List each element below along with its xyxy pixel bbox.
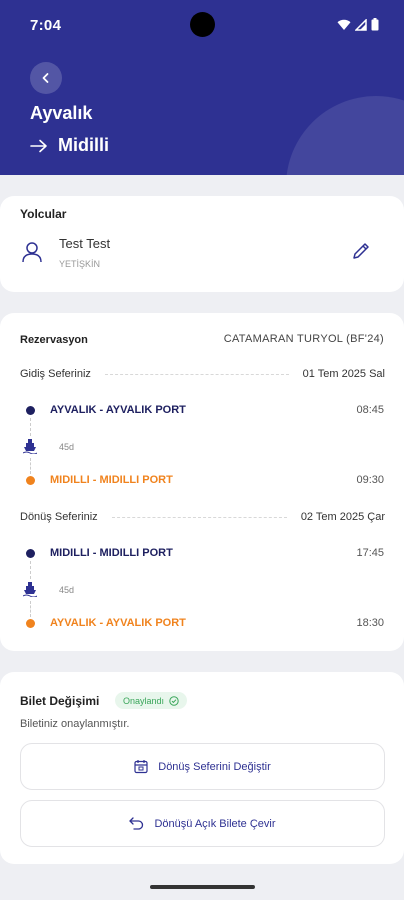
passengers-title: Yolcular <box>20 207 67 221</box>
passengers-card: Yolcular Test Test YETİŞKİN <box>0 196 404 292</box>
route-line <box>30 601 31 617</box>
departure-dot <box>26 549 35 558</box>
battery-icon <box>371 18 379 31</box>
badge-label: Onaylandı <box>123 695 165 706</box>
ship-icon <box>23 582 37 597</box>
divider <box>111 516 287 518</box>
status-icons <box>337 18 379 31</box>
outbound-arrival-port: MIDILLI - MIDILLI PORT <box>50 474 173 486</box>
decorative-circle <box>286 96 404 175</box>
return-header: Dönüş Seferiniz 02 Tem 2025 Çar <box>20 509 385 525</box>
change-return-label: Dönüş Seferini Değiştir <box>158 760 271 773</box>
return-departure-port: MIDILLI - MIDILLI PORT <box>50 547 173 559</box>
change-return-button[interactable]: Dönüş Seferini Değiştir <box>20 743 385 790</box>
user-icon <box>22 242 42 263</box>
ticket-change-title: Bilet Değişimi <box>20 694 100 708</box>
reservation-card: Rezervasyon CATAMARAN TURYOL (BF'24) Gid… <box>0 313 404 651</box>
wifi-icon <box>337 19 351 30</box>
route-line <box>30 561 31 579</box>
passenger-type: YETİŞKİN <box>59 259 101 269</box>
check-circle-icon <box>169 695 179 706</box>
home-indicator <box>150 885 255 889</box>
arrival-dot <box>26 476 35 485</box>
reservation-value: CATAMARAN TURYOL (BF'24) <box>223 333 384 345</box>
ship-icon <box>23 439 37 454</box>
open-ticket-label: Dönüşü Açık Bilete Çevir <box>154 817 276 830</box>
outbound-header: Gidiş Seferiniz 01 Tem 2025 Sal <box>20 366 385 382</box>
origin-title: Ayvalık <box>30 103 93 123</box>
arrival-dot <box>26 619 35 628</box>
destination-row: Midilli <box>30 135 109 156</box>
arrow-right-icon <box>30 139 47 152</box>
outbound-departure-port: AYVALIK - AYVALIK PORT <box>50 404 186 416</box>
route-line <box>30 458 31 474</box>
reservation-label: Rezervasyon <box>20 334 88 346</box>
outbound-arrival-time: 09:30 <box>356 474 384 486</box>
divider <box>104 373 289 375</box>
confirmation-message: Biletiniz onaylanmıştır. <box>20 718 130 730</box>
return-arrival-port: AYVALIK - AYVALIK PORT <box>50 617 186 629</box>
header: 7:04 Ayvalık Midilli <box>0 0 404 175</box>
return-duration: 45d <box>59 585 75 595</box>
signal-icon <box>355 18 367 31</box>
outbound-date: 01 Tem 2025 Sal <box>302 368 385 380</box>
outbound-departure-time: 08:45 <box>356 404 384 416</box>
return-arrival-time: 18:30 <box>356 617 384 629</box>
status-bar: 7:04 <box>0 0 404 50</box>
passenger-name: Test Test <box>59 236 111 251</box>
departure-dot <box>26 406 35 415</box>
back-button[interactable] <box>30 62 62 94</box>
return-label: Dönüş Seferiniz <box>20 511 98 523</box>
calendar-icon <box>134 760 148 774</box>
undo-icon <box>129 817 144 830</box>
edit-pencil-icon[interactable] <box>350 240 372 262</box>
return-date: 02 Tem 2025 Çar <box>300 511 385 523</box>
destination-title: Midilli <box>58 135 109 155</box>
ticket-change-card: Bilet Değişimi Onaylandı Biletiniz onayl… <box>0 672 404 864</box>
status-time: 7:04 <box>30 17 62 34</box>
return-departure-time: 17:45 <box>356 547 384 559</box>
camera-cutout <box>190 12 215 37</box>
status-badge: Onaylandı <box>115 692 188 709</box>
open-ticket-button[interactable]: Dönüşü Açık Bilete Çevir <box>20 800 385 847</box>
outbound-label: Gidiş Seferiniz <box>20 368 91 380</box>
chevron-left-icon <box>42 73 49 83</box>
outbound-duration: 45d <box>59 442 75 452</box>
route-line <box>30 418 31 436</box>
